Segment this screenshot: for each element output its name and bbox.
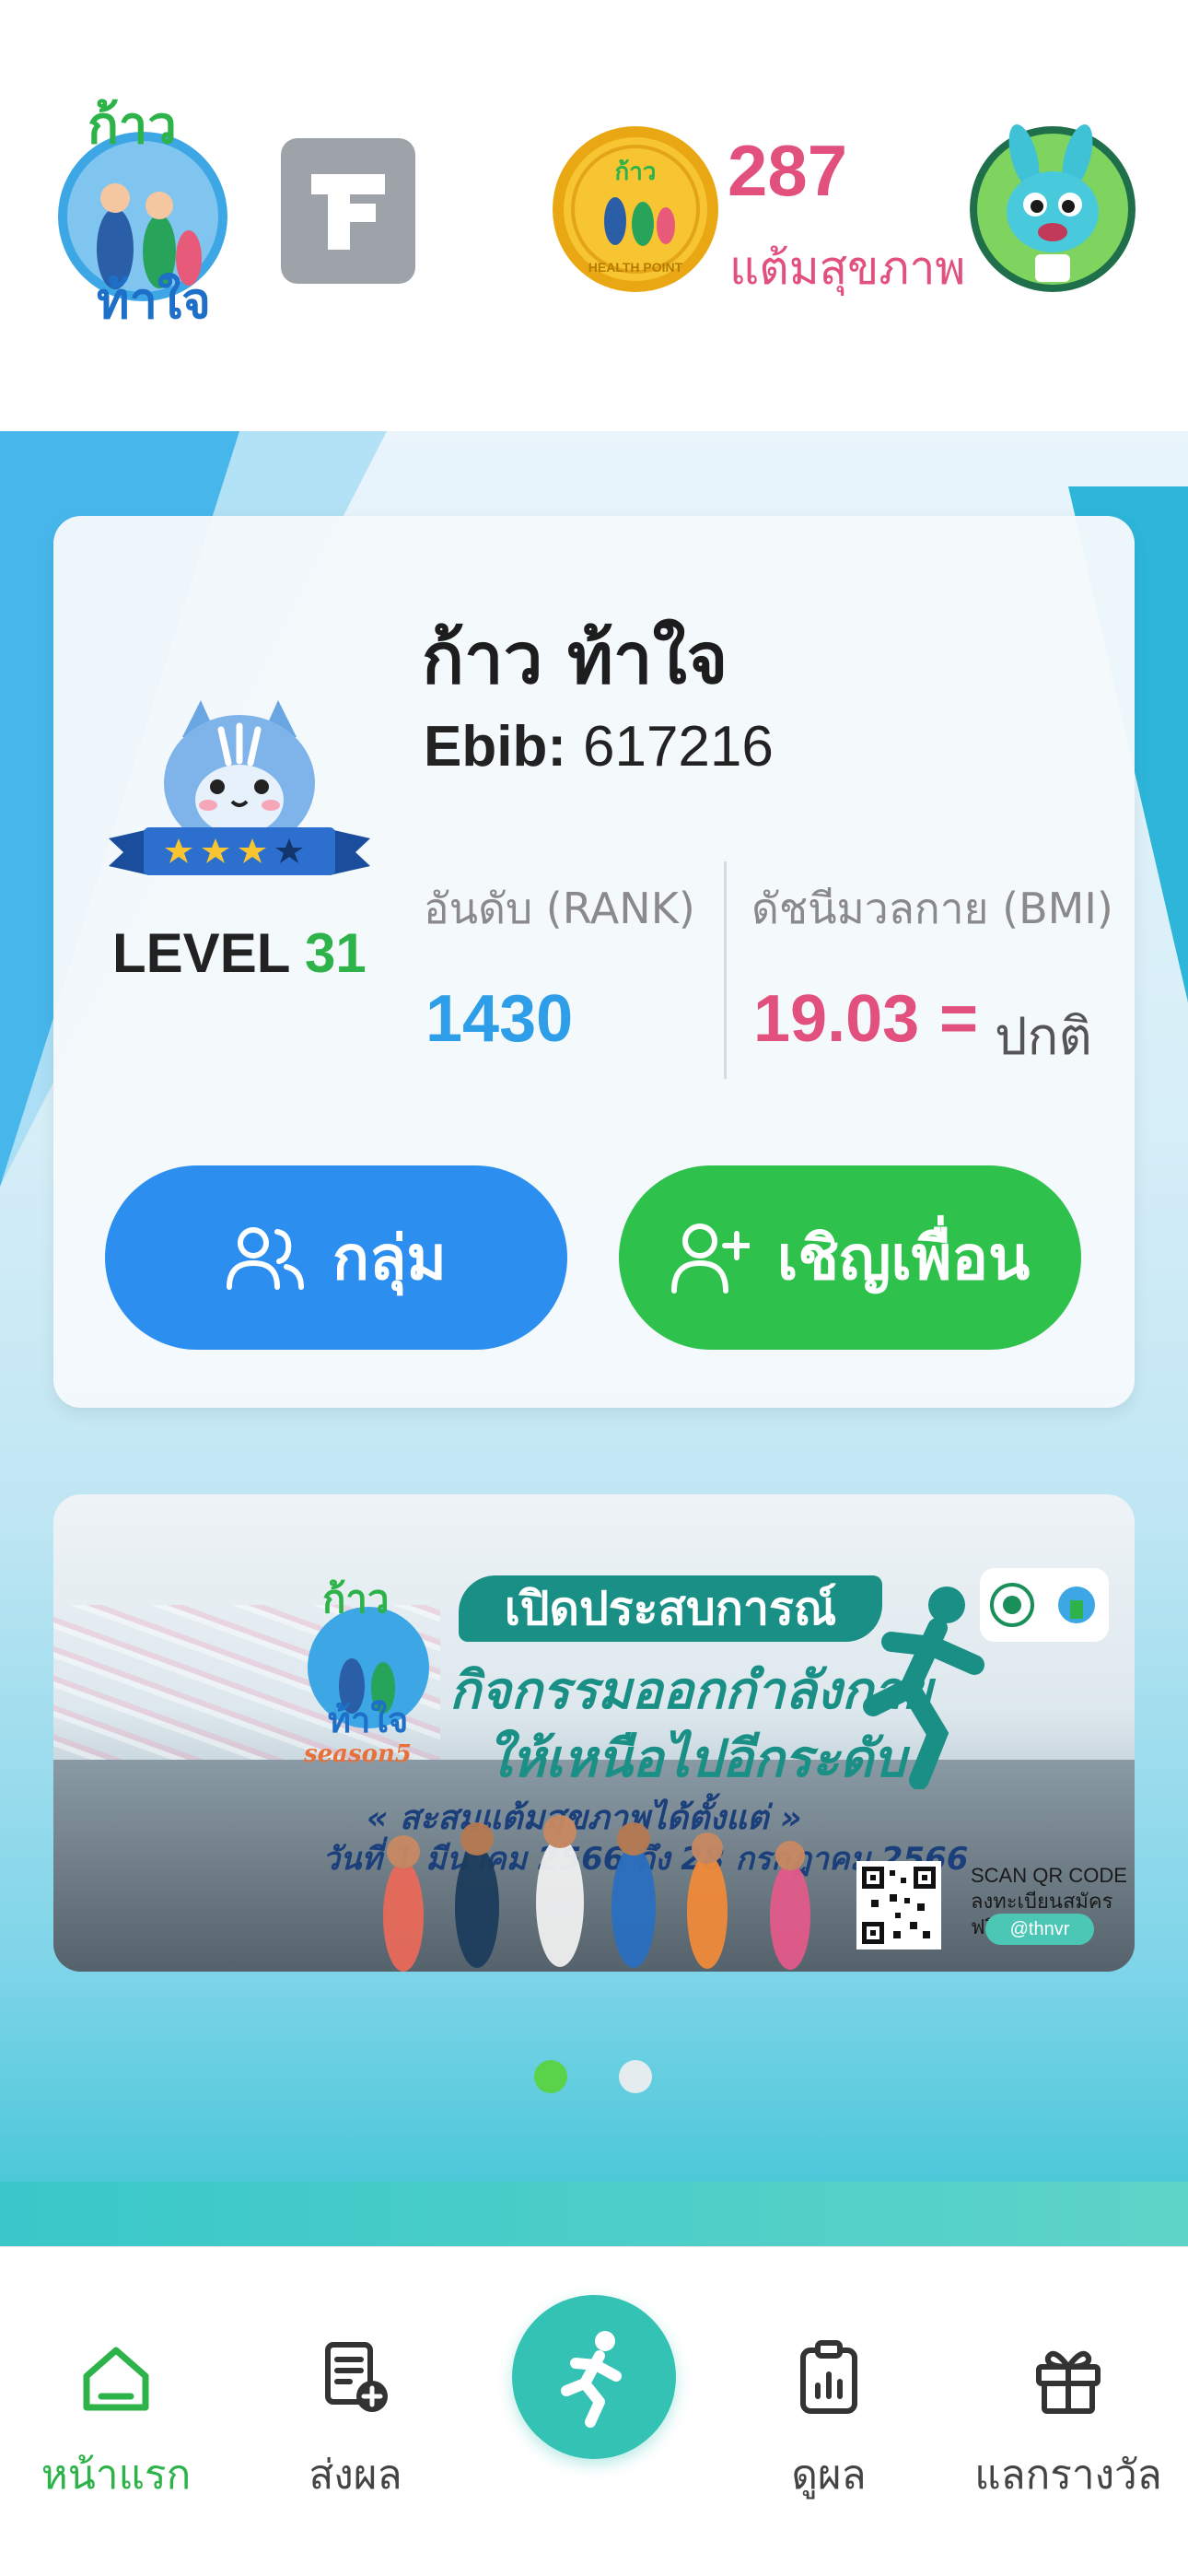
stat-divider — [724, 861, 727, 1079]
invite-button-label: เชิญเพื่อน — [776, 1222, 1031, 1294]
running-person-icon — [561, 2331, 622, 2428]
rank-label: อันดับ (RANK) — [424, 884, 695, 933]
carousel-dot-1[interactable] — [534, 2060, 567, 2093]
promo-banner[interactable]: ก้าว ท้าใจ season5 เปิดประสบการณ์ กิจกรร… — [53, 1494, 1135, 1972]
bmi-value: 19.03 — [753, 982, 920, 1056]
ebib-row: Ebib: 617216 — [424, 714, 774, 779]
rank-value: 1430 — [425, 982, 574, 1056]
start-run-button[interactable] — [512, 2295, 676, 2459]
runner-icon — [845, 1577, 1002, 1790]
health-point-coin-icon[interactable]: ก้าว HEALTH POINT — [551, 124, 720, 294]
gift-icon — [1036, 2350, 1101, 2414]
svg-text:ก้าว: ก้าว — [615, 158, 657, 186]
bmi-equals: = — [939, 982, 979, 1056]
nav-submit-label: ส่งผล — [309, 2452, 402, 2499]
level-indicator: LEVEL 31 — [112, 921, 367, 985]
f-app-button[interactable] — [281, 138, 415, 284]
group-button[interactable]: กลุ่ม — [105, 1165, 567, 1350]
ebib-label: Ebib: — [424, 715, 566, 779]
banner-headline: เปิดประสบการณ์ — [459, 1575, 882, 1642]
clipboard-chart-icon — [800, 2340, 857, 2414]
app-logo: ก้าว ท้าใจ — [51, 88, 235, 336]
app-screen: ก้าว ท้าใจ ก้าว HEALTH POINT 287 แต้มสุข… — [0, 0, 1188, 2576]
campaign-logo-icon — [1058, 1587, 1095, 1623]
coin-text: HEALTH POINT — [588, 260, 683, 275]
top-bar: ก้าว ท้าใจ ก้าว HEALTH POINT 287 แต้มสุข… — [0, 0, 1188, 431]
nav-rewards-label: แลกรางวัล — [974, 2452, 1162, 2499]
nav-results[interactable]: ดูผล — [728, 2339, 930, 2507]
level-number: 31 — [304, 922, 367, 984]
banner-logo-top: ก้าว — [322, 1576, 390, 1622]
nav-submit[interactable]: ส่งผล — [254, 2339, 457, 2507]
runners-illustration — [330, 1778, 882, 1972]
health-points-value: 287 — [728, 130, 848, 211]
f-icon — [311, 174, 385, 250]
submit-document-icon — [325, 2342, 388, 2412]
invite-friend-button[interactable]: เชิญเพื่อน — [619, 1165, 1081, 1350]
logo-text-top: ก้าว — [87, 96, 177, 156]
ebib-value: 617216 — [582, 715, 774, 779]
nav-home-label: หน้าแรก — [41, 2452, 192, 2499]
group-icon — [227, 1227, 305, 1290]
agency-logos — [980, 1568, 1109, 1642]
bmi-label: ดัชนีมวลกาย (BMI) — [751, 884, 1113, 933]
qr-code — [856, 1861, 941, 1950]
banner-logo-bottom: ท้าใจ — [328, 1700, 408, 1740]
profile-card: LEVEL 31 ก้าว ท้าใจ Ebib: 617216 อันดับ (… — [53, 516, 1135, 1408]
bmi-status: ปกติ — [995, 1007, 1092, 1067]
nav-home[interactable]: หน้าแรก — [15, 2339, 217, 2507]
user-name: ก้าว ท้าใจ — [422, 617, 728, 699]
banner-season: season5 — [303, 1740, 412, 1768]
level-badge-icon — [109, 682, 370, 903]
nav-rewards[interactable]: แลกรางวัล — [967, 2339, 1170, 2507]
banner-logo: ก้าว ท้าใจ season5 — [295, 1566, 451, 1769]
scan-line-1: SCAN QR CODE — [971, 1864, 1127, 1887]
mascot-avatar[interactable] — [967, 120, 1138, 299]
logo-text-bottom: ท้าใจ — [97, 272, 211, 330]
group-button-label: กลุ่ม — [332, 1222, 447, 1294]
add-user-icon — [670, 1224, 750, 1294]
nav-results-label: ดูผล — [791, 2452, 867, 2499]
home-icon — [83, 2347, 149, 2411]
carousel-dot-2[interactable] — [619, 2060, 652, 2093]
health-points-label: แต้มสุขภาพ — [729, 241, 966, 295]
banner-handle: @thnvr — [985, 1914, 1094, 1945]
level-label: LEVEL — [112, 922, 290, 984]
bottom-navigation: หน้าแรก ส่งผล ดูผล แลกรางวัล — [0, 2246, 1188, 2576]
ministry-logo-icon — [990, 1583, 1034, 1627]
